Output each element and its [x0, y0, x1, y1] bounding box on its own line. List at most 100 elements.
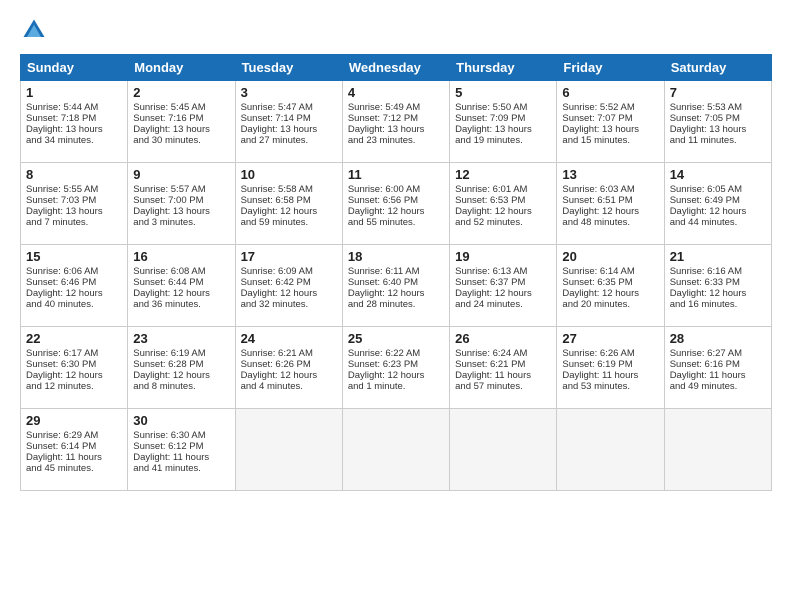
cell-line: Sunrise: 5:57 AM: [133, 184, 229, 195]
day-number: 22: [26, 331, 122, 346]
cell-line: Daylight: 13 hours: [26, 206, 122, 217]
calendar-cell: 29Sunrise: 6:29 AMSunset: 6:14 PMDayligh…: [21, 409, 128, 491]
day-number: 4: [348, 85, 444, 100]
day-number: 18: [348, 249, 444, 264]
cell-line: Sunset: 6:44 PM: [133, 277, 229, 288]
calendar-cell: 17Sunrise: 6:09 AMSunset: 6:42 PMDayligh…: [235, 245, 342, 327]
day-header-sunday: Sunday: [21, 55, 128, 81]
calendar-cell: [235, 409, 342, 491]
calendar-cell: 19Sunrise: 6:13 AMSunset: 6:37 PMDayligh…: [450, 245, 557, 327]
day-number: 1: [26, 85, 122, 100]
cell-line: Sunset: 6:56 PM: [348, 195, 444, 206]
cell-line: Sunrise: 5:47 AM: [241, 102, 337, 113]
calendar-cell: 12Sunrise: 6:01 AMSunset: 6:53 PMDayligh…: [450, 163, 557, 245]
calendar-cell: [664, 409, 771, 491]
cell-line: and 30 minutes.: [133, 135, 229, 146]
cell-line: and 19 minutes.: [455, 135, 551, 146]
day-number: 9: [133, 167, 229, 182]
cell-line: Daylight: 13 hours: [348, 124, 444, 135]
cell-line: Sunrise: 6:22 AM: [348, 348, 444, 359]
cell-line: Sunrise: 6:19 AM: [133, 348, 229, 359]
cell-line: Daylight: 12 hours: [241, 206, 337, 217]
day-number: 27: [562, 331, 658, 346]
cell-line: Daylight: 12 hours: [133, 370, 229, 381]
day-number: 20: [562, 249, 658, 264]
cell-line: Sunrise: 5:52 AM: [562, 102, 658, 113]
day-number: 2: [133, 85, 229, 100]
cell-line: Sunset: 6:51 PM: [562, 195, 658, 206]
cell-line: Daylight: 13 hours: [670, 124, 766, 135]
day-number: 5: [455, 85, 551, 100]
day-number: 14: [670, 167, 766, 182]
cell-line: Sunrise: 5:44 AM: [26, 102, 122, 113]
calendar-cell: 22Sunrise: 6:17 AMSunset: 6:30 PMDayligh…: [21, 327, 128, 409]
calendar-cell: 16Sunrise: 6:08 AMSunset: 6:44 PMDayligh…: [128, 245, 235, 327]
cell-line: Daylight: 11 hours: [562, 370, 658, 381]
week-row-1: 1 Sunrise: 5:44 AMSunset: 7:18 PM Daylight…: [21, 81, 772, 163]
calendar-cell: 10Sunrise: 5:58 AMSunset: 6:58 PMDayligh…: [235, 163, 342, 245]
day-number: 23: [133, 331, 229, 346]
cell-line: and 12 minutes.: [26, 381, 122, 392]
cell-line: and 48 minutes.: [562, 217, 658, 228]
cell-line: Sunset: 6:14 PM: [26, 441, 122, 452]
cell-line: Sunset: 7:18 PM: [26, 113, 122, 124]
day-number: 30: [133, 413, 229, 428]
cell-line: Sunrise: 6:30 AM: [133, 430, 229, 441]
cell-line: Daylight: 11 hours: [455, 370, 551, 381]
cell-line: Sunset: 7:16 PM: [133, 113, 229, 124]
cell-line: Sunset: 6:30 PM: [26, 359, 122, 370]
cell-line: Daylight: 12 hours: [348, 206, 444, 217]
calendar-cell: 13Sunrise: 6:03 AMSunset: 6:51 PMDayligh…: [557, 163, 664, 245]
calendar-cell: 26Sunrise: 6:24 AMSunset: 6:21 PMDayligh…: [450, 327, 557, 409]
day-number: 28: [670, 331, 766, 346]
cell-line: Sunrise: 6:24 AM: [455, 348, 551, 359]
cell-line: and 44 minutes.: [670, 217, 766, 228]
cell-line: Sunset: 7:12 PM: [348, 113, 444, 124]
cell-line: Daylight: 12 hours: [133, 288, 229, 299]
cell-line: Daylight: 13 hours: [133, 206, 229, 217]
cell-line: Daylight: 12 hours: [670, 288, 766, 299]
cell-line: Sunset: 6:16 PM: [670, 359, 766, 370]
cell-line: and 16 minutes.: [670, 299, 766, 310]
cell-line: Sunrise: 6:01 AM: [455, 184, 551, 195]
cell-line: Sunset: 7:00 PM: [133, 195, 229, 206]
day-number: 10: [241, 167, 337, 182]
cell-line: Sunset: 6:33 PM: [670, 277, 766, 288]
cell-line: and 45 minutes.: [26, 463, 122, 474]
cell-line: Sunrise: 6:08 AM: [133, 266, 229, 277]
cell-line: and 4 minutes.: [241, 381, 337, 392]
cell-line: Daylight: 13 hours: [562, 124, 658, 135]
cell-line: and 52 minutes.: [455, 217, 551, 228]
calendar-cell: 25Sunrise: 6:22 AMSunset: 6:23 PMDayligh…: [342, 327, 449, 409]
cell-line: and 55 minutes.: [348, 217, 444, 228]
cell-line: Daylight: 12 hours: [26, 288, 122, 299]
cell-line: and 49 minutes.: [670, 381, 766, 392]
cell-line: Sunrise: 6:00 AM: [348, 184, 444, 195]
cell-line: Sunset: 7:03 PM: [26, 195, 122, 206]
cell-line: Daylight: 12 hours: [241, 370, 337, 381]
cell-line: Sunrise: 6:16 AM: [670, 266, 766, 277]
week-row-3: 15Sunrise: 6:06 AMSunset: 6:46 PMDayligh…: [21, 245, 772, 327]
cell-line: Sunrise: 6:14 AM: [562, 266, 658, 277]
cell-line: and 32 minutes.: [241, 299, 337, 310]
week-row-4: 22Sunrise: 6:17 AMSunset: 6:30 PMDayligh…: [21, 327, 772, 409]
cell-line: Daylight: 13 hours: [241, 124, 337, 135]
header: [20, 16, 772, 44]
cell-line: Sunrise: 5:53 AM: [670, 102, 766, 113]
cell-line: Daylight: 12 hours: [348, 370, 444, 381]
calendar-cell: 11Sunrise: 6:00 AMSunset: 6:56 PMDayligh…: [342, 163, 449, 245]
page: SundayMondayTuesdayWednesdayThursdayFrid…: [0, 0, 792, 612]
day-header-thursday: Thursday: [450, 55, 557, 81]
cell-line: Sunrise: 5:55 AM: [26, 184, 122, 195]
day-number: 13: [562, 167, 658, 182]
cell-line: Daylight: 12 hours: [455, 288, 551, 299]
cell-line: and 57 minutes.: [455, 381, 551, 392]
calendar-cell: 18Sunrise: 6:11 AMSunset: 6:40 PMDayligh…: [342, 245, 449, 327]
cell-line: Sunrise: 5:49 AM: [348, 102, 444, 113]
day-number: 12: [455, 167, 551, 182]
cell-line: Daylight: 12 hours: [348, 288, 444, 299]
cell-line: and 11 minutes.: [670, 135, 766, 146]
calendar-cell: 2Sunrise: 5:45 AMSunset: 7:16 PMDaylight…: [128, 81, 235, 163]
day-number: 6: [562, 85, 658, 100]
cell-line: and 40 minutes.: [26, 299, 122, 310]
